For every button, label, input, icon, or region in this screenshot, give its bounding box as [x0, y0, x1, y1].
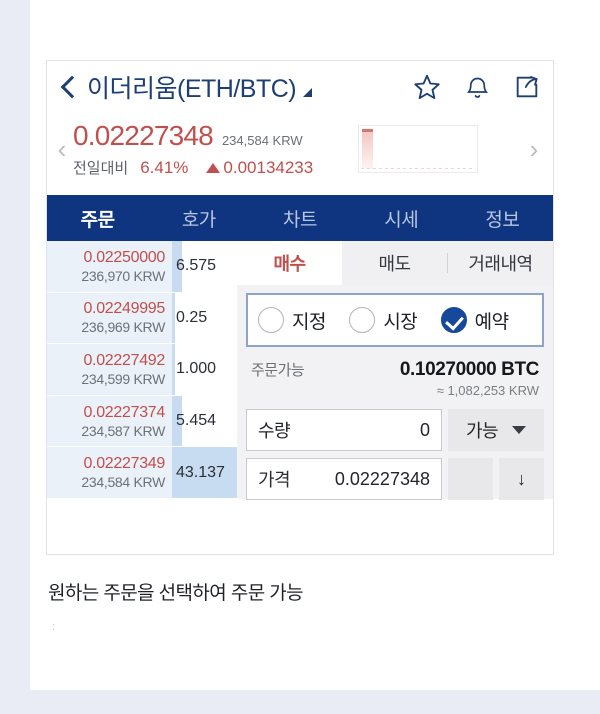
orderbook-price-krw: 234,587 KRW [81, 423, 165, 439]
orderbook-price: 0.02249995 [83, 300, 165, 318]
change-percent: 6.41% [140, 158, 188, 178]
header-icon-group [412, 72, 541, 102]
orderbook-amount-cell: 0.25 [172, 293, 237, 344]
price-summary: ‹ 0.02227348 234,584 KRW 전일대비 6.41% 0.00… [47, 113, 553, 185]
radio-label: 지정 [292, 307, 326, 334]
orderbook-amount: 0.25 [172, 309, 207, 327]
orderbook-amount: 1.000 [172, 360, 216, 378]
available-balance-row: 주문가능 0.10270000 BTC ≈ 1,082,253 KRW [237, 347, 553, 398]
orderbook-price: 0.02227492 [83, 352, 165, 370]
order-type-radio-group: 지정 시장 예약 [246, 293, 544, 347]
orderbook-price: 0.02250000 [83, 249, 165, 267]
share-icon[interactable] [513, 73, 541, 101]
tab-buy[interactable]: 매수 [237, 241, 342, 285]
table-row[interactable]: 0.02227374 234,587 KRW 5.454 [47, 396, 237, 448]
price-input[interactable]: 가격 0.02227348 [246, 458, 442, 500]
change-absolute: 0.00134233 [206, 158, 313, 178]
orderbook-price-cell: 0.02250000 236,970 KRW [47, 241, 172, 292]
mini-chart-baseline [361, 168, 475, 169]
mini-chart[interactable] [358, 125, 478, 173]
quantity-unit-dropdown[interactable]: 가능 [448, 409, 544, 451]
prev-market-arrow[interactable]: ‹ [51, 136, 73, 162]
tab-info[interactable]: 정보 [452, 205, 553, 232]
radio-label: 시장 [383, 307, 417, 334]
orderbook-amount: 43.137 [172, 464, 225, 482]
table-row[interactable]: 0.02249995 236,969 KRW 0.25 [47, 293, 237, 345]
orderbook-list: 0.02250000 236,970 KRW 6.575 0.02249995 … [47, 241, 237, 499]
triangle-up-icon [206, 163, 220, 173]
table-row[interactable]: 0.02250000 236,970 KRW 6.575 [47, 241, 237, 293]
sparkline-wrap [313, 125, 523, 173]
caret-down-icon [512, 426, 526, 434]
price-step-down-spacer[interactable] [448, 458, 493, 500]
orderbook-amount-cell: 43.137 [172, 447, 237, 498]
radio-checked-icon [441, 307, 467, 333]
price-row: 가격 0.02227348 ↓ [246, 458, 544, 500]
table-row[interactable]: 0.02227492 234,599 KRW 1.000 [47, 344, 237, 396]
orderbook-price: 0.02227349 [83, 455, 165, 473]
orderbook-amount: 6.575 [172, 257, 216, 275]
radio-option-market[interactable]: 시장 [349, 307, 440, 334]
tab-quotes[interactable]: 시세 [351, 205, 452, 232]
available-values: 0.10270000 BTC ≈ 1,082,253 KRW [304, 359, 539, 398]
quantity-unit-label: 가능 [466, 417, 498, 443]
bell-icon[interactable] [464, 73, 491, 102]
quantity-label: 수량 [258, 417, 290, 443]
star-icon[interactable] [412, 72, 442, 102]
orderbook-amount-cell: 6.575 [172, 241, 237, 292]
triangle-down-icon[interactable] [303, 88, 312, 97]
table-row[interactable]: 0.02227349 234,584 KRW 43.137 [47, 447, 237, 499]
radio-option-limit[interactable]: 지정 [258, 307, 349, 334]
price-main: 0.02227348 234,584 KRW 전일대비 6.41% 0.0013… [73, 120, 313, 178]
tab-chart[interactable]: 차트 [249, 205, 350, 232]
price-krw-equivalent: 234,584 KRW [222, 133, 303, 148]
next-market-arrow[interactable]: › [523, 136, 545, 162]
orderbook-price-krw: 234,599 KRW [81, 371, 165, 387]
price-step-button[interactable]: ↓ [499, 458, 544, 500]
app-screenshot-panel: 이더리움(ETH/BTC) [46, 60, 554, 555]
available-label: 주문가능 [251, 359, 304, 380]
orderbook-amount-cell: 5.454 [172, 396, 237, 447]
order-form-panel: 매수 매도 거래내역 지정 시장 예약 [237, 241, 553, 499]
radio-option-reserve[interactable]: 예약 [441, 307, 532, 334]
orderbook-price-krw: 236,970 KRW [81, 268, 165, 284]
white-card: 이더리움(ETH/BTC) [30, 0, 600, 690]
orderbook-price-cell: 0.02227374 234,587 KRW [47, 396, 172, 447]
quantity-input[interactable]: 수량 0 [246, 409, 442, 451]
orderbook-price-cell: 0.02227492 234,599 KRW [47, 344, 172, 395]
caption-text: 원하는 주문을 선택하여 주문 가능 [48, 578, 568, 605]
price-label: 가격 [258, 466, 290, 492]
radio-icon [258, 307, 284, 333]
quantity-value: 0 [290, 420, 430, 441]
current-price: 0.02227348 [73, 120, 213, 152]
available-amount: 0.10270000 BTC [304, 359, 539, 381]
page-title: 이더리움(ETH/BTC) [87, 69, 296, 105]
tab-sell[interactable]: 매도 [342, 241, 447, 285]
order-side-tabs: 매수 매도 거래내역 [237, 241, 553, 285]
tab-order[interactable]: 주문 [47, 205, 148, 232]
quantity-row: 수량 0 가능 [246, 409, 544, 451]
caption-artifact: : [52, 622, 55, 633]
mini-chart-bar [362, 129, 373, 169]
orderbook-price-cell: 0.02249995 236,969 KRW [47, 293, 172, 344]
available-krw: ≈ 1,082,253 KRW [304, 383, 539, 398]
chevron-left-icon[interactable] [57, 72, 79, 102]
change-value: 0.00134233 [223, 158, 313, 178]
change-label: 전일대비 [73, 157, 128, 178]
tab-history[interactable]: 거래내역 [448, 241, 553, 285]
radio-icon [349, 307, 375, 333]
radio-label: 예약 [475, 307, 509, 334]
app-header: 이더리움(ETH/BTC) [47, 61, 553, 113]
price-value: 0.02227348 [290, 469, 430, 490]
order-body: 0.02250000 236,970 KRW 6.575 0.02249995 … [47, 241, 553, 499]
orderbook-amount-cell: 1.000 [172, 344, 237, 395]
orderbook-price-krw: 236,969 KRW [81, 319, 165, 335]
orderbook-price: 0.02227374 [83, 404, 165, 422]
orderbook-price-krw: 234,584 KRW [81, 474, 165, 490]
orderbook-amount: 5.454 [172, 412, 216, 430]
main-tab-bar: 주문 호가 차트 시세 정보 [47, 195, 553, 241]
tab-orderbook[interactable]: 호가 [148, 205, 249, 232]
orderbook-price-cell: 0.02227349 234,584 KRW [47, 447, 172, 498]
